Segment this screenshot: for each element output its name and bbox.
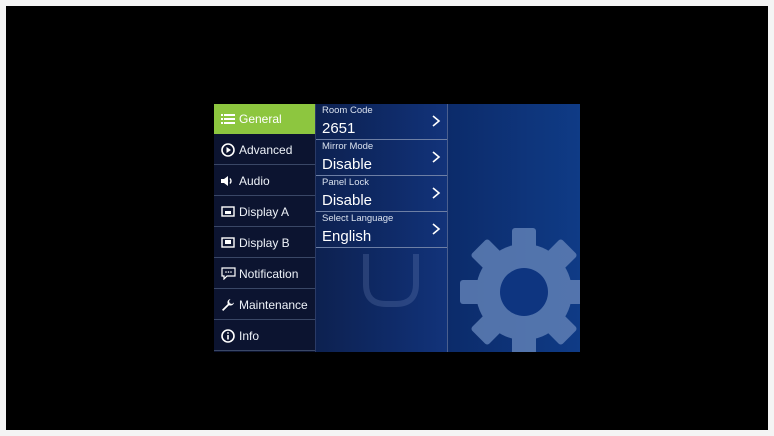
chevron-right-icon — [432, 151, 441, 163]
sidebar-item-label: Advanced — [239, 142, 293, 157]
setting-value: 2651 — [322, 120, 356, 137]
info-icon — [220, 328, 236, 343]
setting-label: Mirror Mode — [322, 141, 374, 152]
sidebar-item-label: Notification — [239, 266, 299, 281]
display-icon — [220, 236, 236, 250]
setting-value: Disable — [322, 192, 373, 209]
setting-row-room-code[interactable]: Room Code 2651 — [316, 104, 447, 140]
sidebar-item-advanced[interactable]: Advanced — [214, 135, 315, 165]
settings-list: Room Code 2651 Mirror Mode Disable Panel… — [316, 104, 448, 352]
play-circle-icon — [220, 142, 236, 157]
sidebar: General Advanced Audio Display A Display… — [214, 104, 316, 352]
sidebar-item-display-b[interactable]: Display B — [214, 228, 315, 258]
sidebar-item-label: Maintenance — [239, 297, 308, 312]
display-icon — [220, 205, 236, 219]
setting-label: Panel Lock — [322, 177, 370, 188]
sidebar-item-display-a[interactable]: Display A — [214, 197, 315, 227]
chevron-right-icon — [432, 223, 441, 235]
sidebar-item-label: Display A — [239, 204, 290, 219]
sidebar-item-label: General — [239, 112, 282, 126]
setting-value: Disable — [322, 156, 373, 173]
setting-value: English — [322, 228, 372, 245]
chevron-right-icon — [432, 187, 441, 199]
device-screen: General Advanced Audio Display A Display… — [6, 6, 768, 430]
chat-icon — [220, 267, 236, 281]
sidebar-item-label: Display B — [239, 235, 290, 250]
speaker-icon — [220, 174, 236, 188]
setting-row-select-language[interactable]: Select Language English — [316, 212, 447, 248]
sidebar-item-general[interactable]: General — [214, 104, 315, 134]
sidebar-item-audio[interactable]: Audio — [214, 166, 315, 196]
sidebar-item-info[interactable]: Info — [214, 321, 315, 351]
sidebar-item-maintenance[interactable]: Maintenance — [214, 290, 315, 320]
plug-watermark-icon — [363, 254, 419, 307]
setting-row-mirror-mode[interactable]: Mirror Mode Disable — [316, 140, 447, 176]
setting-label: Room Code — [322, 105, 373, 116]
sidebar-item-notification[interactable]: Notification — [214, 259, 315, 289]
settings-panel: General Advanced Audio Display A Display… — [214, 104, 580, 352]
setting-row-panel-lock[interactable]: Panel Lock Disable — [316, 176, 447, 212]
sidebar-item-label: Audio — [239, 173, 270, 188]
decorative-area — [448, 104, 580, 352]
chevron-right-icon — [432, 115, 441, 127]
list-icon — [220, 112, 236, 126]
wrench-icon — [220, 298, 236, 312]
setting-label: Select Language — [322, 213, 394, 224]
sidebar-item-label: Info — [239, 328, 260, 343]
gear-icon — [460, 228, 580, 352]
